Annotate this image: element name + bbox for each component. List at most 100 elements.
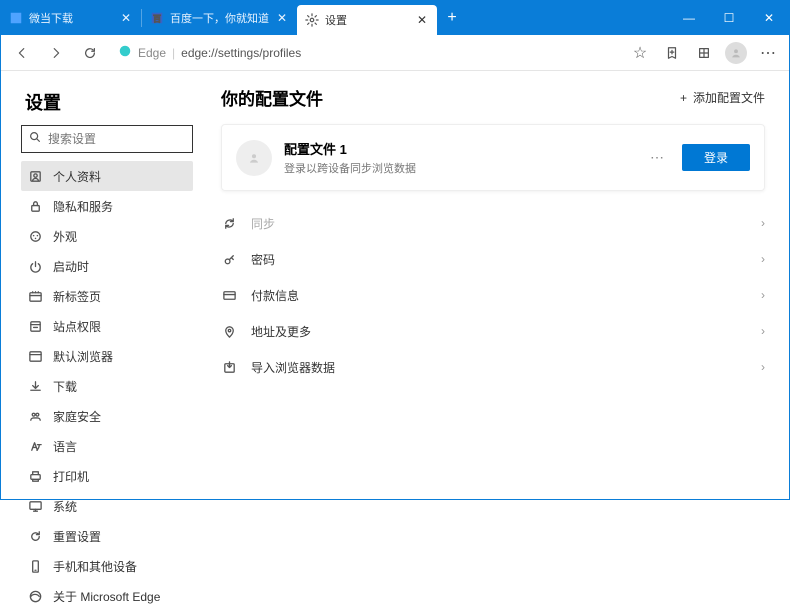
printer-icon bbox=[27, 468, 43, 484]
profile-more-button[interactable]: ⋯ bbox=[644, 149, 670, 166]
profile-desc: 登录以跨设备同步浏览数据 bbox=[284, 160, 632, 176]
family-icon bbox=[27, 408, 43, 424]
option-card[interactable]: 付款信息› bbox=[221, 277, 765, 313]
phone-icon bbox=[27, 558, 43, 574]
sidebar-item-permissions[interactable]: 站点权限 bbox=[21, 311, 193, 341]
options-list: 同步›密码›付款信息›地址及更多›导入浏览器数据› bbox=[221, 205, 765, 385]
sync-icon bbox=[221, 215, 237, 231]
forward-button[interactable] bbox=[41, 39, 71, 67]
scheme-label: Edge bbox=[138, 46, 166, 60]
search-settings[interactable] bbox=[21, 125, 193, 153]
sidebar-item-label: 系统 bbox=[53, 498, 77, 515]
sidebar-item-label: 语言 bbox=[53, 438, 77, 455]
reset-icon bbox=[27, 528, 43, 544]
browser-icon bbox=[27, 348, 43, 364]
sidebar-item-appearance[interactable]: 外观 bbox=[21, 221, 193, 251]
tab-2[interactable]: 设置 ✕ bbox=[297, 5, 437, 35]
option-import[interactable]: 导入浏览器数据 › bbox=[221, 349, 765, 385]
card-icon bbox=[221, 287, 237, 303]
tab-0-favicon bbox=[9, 11, 23, 25]
permissions-icon bbox=[27, 318, 43, 334]
new-tab-button[interactable]: + bbox=[437, 1, 467, 35]
language-icon bbox=[27, 438, 43, 454]
sidebar-item-edge[interactable]: 关于 Microsoft Edge bbox=[21, 581, 193, 611]
sidebar-item-browser[interactable]: 默认浏览器 bbox=[21, 341, 193, 371]
option-label: 同步 bbox=[251, 215, 747, 232]
sidebar-item-label: 个人资料 bbox=[53, 168, 101, 185]
power-icon bbox=[27, 258, 43, 274]
sidebar-item-family[interactable]: 家庭安全 bbox=[21, 401, 193, 431]
profile-card: 配置文件 1 登录以跨设备同步浏览数据 ⋯ 登录 bbox=[221, 124, 765, 191]
titlebar-spacer[interactable] bbox=[467, 1, 669, 35]
option-label: 地址及更多 bbox=[251, 323, 747, 340]
option-label: 付款信息 bbox=[251, 287, 747, 304]
sidebar-item-label: 下载 bbox=[53, 378, 77, 395]
sidebar-item-label: 隐私和服务 bbox=[53, 198, 113, 215]
chevron-right-icon: › bbox=[761, 216, 765, 230]
lock-icon bbox=[27, 198, 43, 214]
tab-1-label: 百度一下，你就知道 bbox=[170, 10, 269, 26]
address-field[interactable]: Edge | edge://settings/profiles bbox=[109, 39, 621, 67]
sidebar-item-power[interactable]: 启动时 bbox=[21, 251, 193, 281]
window-controls: — ☐ ✕ bbox=[669, 1, 789, 35]
sidebar-item-newtab[interactable]: 新标签页 bbox=[21, 281, 193, 311]
collections-button[interactable] bbox=[657, 39, 687, 67]
tab-0-close-icon[interactable]: ✕ bbox=[119, 11, 133, 25]
sidebar-item-label: 手机和其他设备 bbox=[53, 558, 137, 575]
settings-title: 设置 bbox=[25, 89, 193, 115]
close-button[interactable]: ✕ bbox=[749, 1, 789, 35]
edge-logo-icon bbox=[118, 44, 132, 61]
plus-icon: + bbox=[680, 91, 687, 105]
sidebar-item-label: 重置设置 bbox=[53, 528, 101, 545]
sidebar-item-lock[interactable]: 隐私和服务 bbox=[21, 191, 193, 221]
sidebar-item-system[interactable]: 系统 bbox=[21, 491, 193, 521]
sidebar-item-label: 打印机 bbox=[53, 468, 89, 485]
tab-0-label: 微当下载 bbox=[29, 10, 113, 26]
add-profile-label: 添加配置文件 bbox=[693, 89, 765, 106]
profile-avatar[interactable] bbox=[721, 39, 751, 67]
edge-icon bbox=[27, 588, 43, 604]
refresh-button[interactable] bbox=[75, 39, 105, 67]
sidebar-item-user[interactable]: 个人资料 bbox=[21, 161, 193, 191]
sidebar-item-download[interactable]: 下载 bbox=[21, 371, 193, 401]
tab-1[interactable]: 百 百度一下，你就知道 ✕ bbox=[142, 1, 297, 35]
newtab-icon bbox=[27, 288, 43, 304]
svg-text:百: 百 bbox=[153, 15, 161, 24]
appearance-icon bbox=[27, 228, 43, 244]
maximize-button[interactable]: ☐ bbox=[709, 1, 749, 35]
login-button[interactable]: 登录 bbox=[682, 144, 750, 171]
option-key[interactable]: 密码› bbox=[221, 241, 765, 277]
more-button[interactable]: ⋯ bbox=[753, 39, 783, 67]
sidebar-item-printer[interactable]: 打印机 bbox=[21, 461, 193, 491]
url-text: edge://settings/profiles bbox=[181, 46, 301, 60]
chevron-right-icon: › bbox=[761, 360, 765, 374]
nav-list: 个人资料隐私和服务外观启动时新标签页站点权限默认浏览器下载家庭安全语言打印机系统… bbox=[21, 161, 193, 611]
favorite-button[interactable]: ☆ bbox=[625, 39, 655, 67]
pin-icon bbox=[221, 323, 237, 339]
user-icon bbox=[27, 168, 43, 184]
address-bar: Edge | edge://settings/profiles ☆ ⋯ bbox=[1, 35, 789, 71]
minimize-button[interactable]: — bbox=[669, 1, 709, 35]
key-icon bbox=[221, 251, 237, 267]
extensions-button[interactable] bbox=[689, 39, 719, 67]
tab-0[interactable]: 微当下载 ✕ bbox=[1, 1, 141, 35]
gear-icon bbox=[305, 13, 319, 27]
download-icon bbox=[27, 378, 43, 394]
back-button[interactable] bbox=[7, 39, 37, 67]
sidebar-item-label: 关于 Microsoft Edge bbox=[53, 588, 160, 605]
chevron-right-icon: › bbox=[761, 252, 765, 266]
main: 你的配置文件 + 添加配置文件 配置文件 1 登录以跨设备同步浏览数据 ⋯ 登录… bbox=[201, 71, 789, 499]
add-profile-button[interactable]: + 添加配置文件 bbox=[680, 89, 765, 106]
option-label: 导入浏览器数据 bbox=[251, 359, 747, 376]
chevron-right-icon: › bbox=[761, 324, 765, 338]
search-input[interactable] bbox=[48, 132, 203, 146]
tab-2-close-icon[interactable]: ✕ bbox=[415, 13, 429, 27]
sidebar-item-reset[interactable]: 重置设置 bbox=[21, 521, 193, 551]
sidebar-item-phone[interactable]: 手机和其他设备 bbox=[21, 551, 193, 581]
option-pin[interactable]: 地址及更多 › bbox=[221, 313, 765, 349]
separator: | bbox=[172, 46, 175, 60]
tab-1-close-icon[interactable]: ✕ bbox=[275, 11, 289, 25]
page-title: 你的配置文件 bbox=[221, 85, 323, 110]
option-sync: 同步 › bbox=[221, 205, 765, 241]
sidebar-item-language[interactable]: 语言 bbox=[21, 431, 193, 461]
